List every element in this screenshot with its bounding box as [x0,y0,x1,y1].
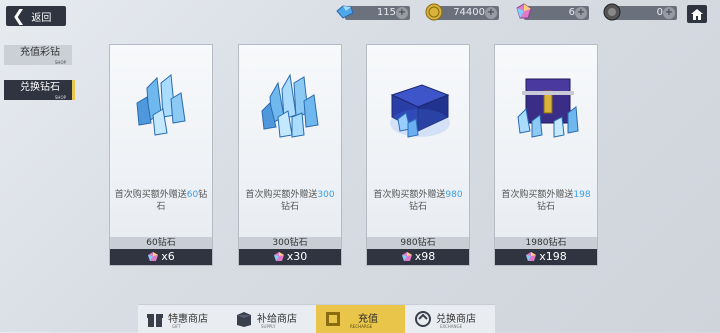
diamond-resource: 115 + [336,5,410,20]
tab-exchange-label: 兑换钻石 [20,82,60,93]
tab-exchange-sub: SHOP [54,95,66,100]
tab-recharge[interactable]: 充值 RECHARGE [316,305,405,333]
tab-exchange-label: 兑换商店 [436,314,476,325]
tab-exchange-shop[interactable]: 兑换商店 EXCHANGE [406,305,495,333]
diamond-count: 115 [376,7,396,18]
tab-supply-en: SUPPLY [261,324,276,329]
tab-recharge-en: RECHARGE [350,324,373,329]
card-price: 1980钻石 [495,237,597,249]
shop-card-60[interactable]: 首次购买额外赠送60钻石 60钻石 x6 [109,44,213,266]
home-button[interactable] [687,5,707,23]
color-diamond-icon [526,252,537,261]
crystal-box-image [390,84,450,138]
tab-gift-label: 特惠商店 [168,314,208,325]
add-diamond-button[interactable]: + [396,7,408,19]
add-gold-button[interactable]: + [485,7,497,19]
tab-recharge-label: 充值 [358,314,378,325]
add-token-button[interactable]: + [663,7,675,19]
tab-recharge-color-diamond[interactable]: 充值彩钻 SHOP [4,45,72,65]
color-diamond-icon [516,3,532,19]
color-diamond-icon [273,252,284,261]
gold-count: 74400 [453,7,485,18]
back-button[interactable]: ❮ 返回 [6,6,66,26]
card-reward: x6 [110,249,212,265]
large-crystal-cluster-image [261,73,319,138]
shop-card-300[interactable]: 首次购买额外赠送300钻石 300钻石 x30 [238,44,342,266]
exchange-icon [415,311,431,327]
tab-gift-en: GIFT [172,324,181,329]
supply-box-icon [237,312,251,327]
small-crystal-cluster-image [136,74,186,136]
card-reward: x30 [239,249,341,265]
color-diamond-icon [148,252,159,261]
recharge-icon [326,312,340,326]
card-description: 首次购买额外赠送300钻石 [245,190,335,212]
card-reward: x98 [367,249,469,265]
card-price: 300钻石 [239,237,341,249]
tab-recharge-sub: SHOP [54,60,66,65]
back-label: 返回 [31,12,52,24]
bottom-nav-bar: 特惠商店 GIFT 补给商店 SUPPLY 充值 RECHARGE 兑换商店 E… [138,304,495,333]
card-reward: x198 [495,249,597,265]
tab-recharge-label: 充值彩钻 [20,47,60,58]
card-description: 首次购买额外赠送60钻石 [114,190,208,212]
token-icon [603,3,621,21]
shop-card-980[interactable]: 首次购买额外赠送980钻石 980钻石 x98 [366,44,470,266]
crystal-chest-image [517,78,579,138]
gold-coin-icon [425,3,443,21]
tab-exchange-en: EXCHANGE [440,324,463,329]
home-icon [691,8,703,20]
tab-gift-shop[interactable]: 特惠商店 GIFT [138,305,226,333]
color-diamond-icon [401,252,412,261]
card-description: 首次购买额外赠送198钻石 [501,190,591,212]
gold-resource: 74400 + [425,3,499,21]
back-arrow-icon: ❮ [12,6,26,25]
tab-supply-shop[interactable]: 补给商店 SUPPLY [227,305,315,333]
card-price: 60钻石 [110,237,212,249]
color-diamond-resource: 6 + [516,3,589,20]
diamond-icon [336,5,354,19]
card-price: 980钻石 [367,237,469,249]
shop-card-1980[interactable]: 首次购买额外赠送198钻石 1980钻石 x198 [494,44,598,266]
tab-exchange-diamond[interactable]: 兑换钻石 SHOP [4,80,75,100]
token-resource: 0 + [603,3,677,21]
add-color-diamond-button[interactable]: + [575,7,587,19]
tab-supply-label: 补给商店 [257,314,297,325]
gift-icon [147,314,163,327]
card-description: 首次购买额外赠送980钻石 [373,190,463,212]
